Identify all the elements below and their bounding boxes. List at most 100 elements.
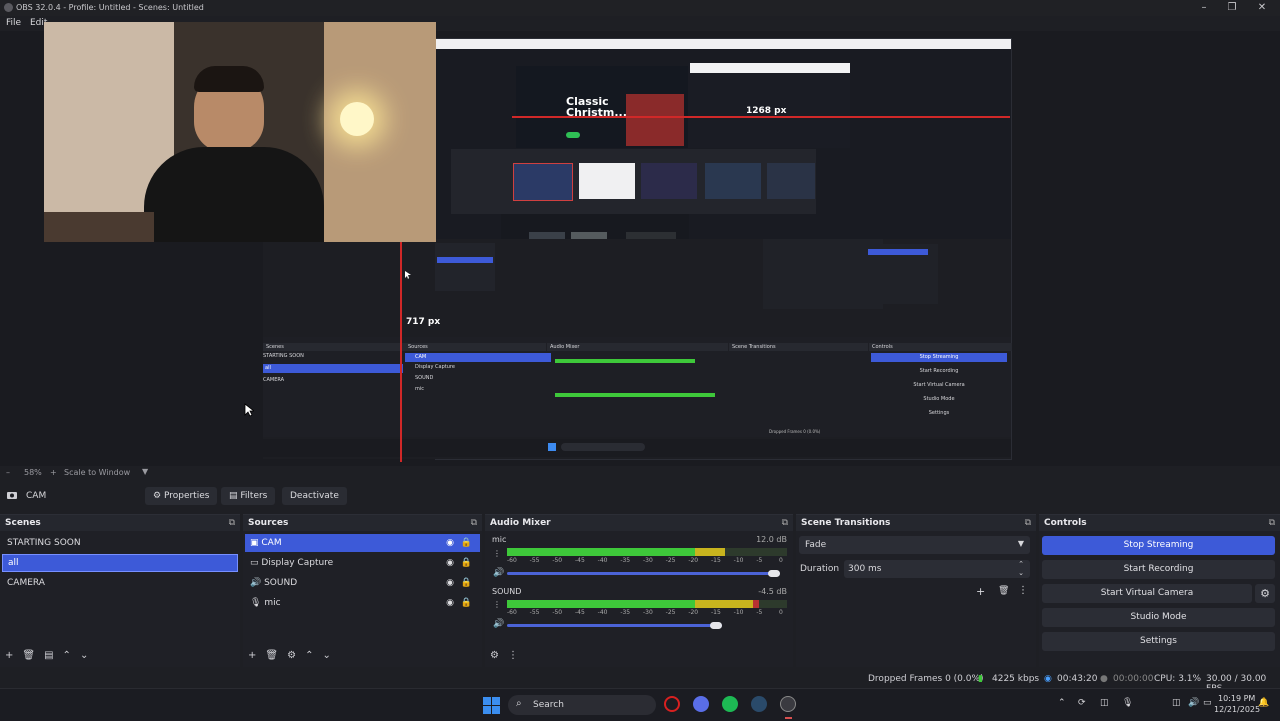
trash-icon[interactable]: 🗑: [22, 650, 35, 661]
lock-icon[interactable]: 🔒: [461, 574, 472, 592]
volume-slider-handle[interactable]: [768, 570, 781, 577]
nested-scene-2: all: [263, 364, 403, 373]
eye-icon[interactable]: ◉: [446, 594, 454, 612]
steam-icon[interactable]: [751, 696, 767, 712]
filters-label: Filters: [240, 491, 268, 501]
speaker-icon[interactable]: 🔊: [493, 568, 504, 578]
webcam-feed[interactable]: [44, 22, 436, 242]
meter-tick-label: -35: [620, 557, 631, 564]
chevron-up-icon[interactable]: ⌃: [1058, 698, 1066, 708]
transitions-title: Scene Transitions: [801, 518, 891, 528]
volume-slider[interactable]: [507, 624, 723, 627]
lock-icon[interactable]: 🔒: [461, 554, 472, 572]
maximize-icon[interactable]: ❐: [1218, 1, 1246, 15]
scene-item-starting-soon[interactable]: STARTING SOON: [2, 534, 238, 552]
eye-icon[interactable]: ◉: [446, 534, 454, 552]
add-icon[interactable]: +: [5, 650, 13, 661]
trash-icon[interactable]: 🗑: [998, 586, 1009, 596]
gear-icon[interactable]: ⚙: [287, 650, 296, 661]
channel-menu-icon[interactable]: ⋮: [493, 549, 501, 558]
speaker-icon[interactable]: 🔊: [493, 619, 504, 629]
notification-icon[interactable]: 🔔: [1258, 698, 1269, 708]
height-guide-line: [400, 242, 402, 462]
undock-icon[interactable]: ⧉: [471, 515, 477, 531]
eye-icon[interactable]: ◉: [446, 554, 454, 572]
captured-thumbnail: [513, 163, 573, 201]
properties-button[interactable]: ⚙ Properties: [145, 487, 218, 505]
captured-play-badge: [566, 132, 580, 138]
gear-icon[interactable]: ⚙: [490, 650, 499, 661]
source-toolbar: CAM ⚙ Properties ▤ Filters Deactivate: [0, 484, 1280, 508]
close-icon[interactable]: ✕: [1248, 1, 1276, 15]
scene-item-camera[interactable]: CAMERA: [2, 574, 238, 592]
undock-icon[interactable]: ⧉: [1269, 515, 1275, 531]
filters-button[interactable]: ▤ Filters: [221, 487, 276, 505]
zoom-dropdown-icon[interactable]: ▼: [142, 467, 148, 476]
undock-icon[interactable]: ⧉: [1025, 515, 1031, 531]
stepper-icon[interactable]: ⌃ ⌄: [1018, 560, 1024, 578]
channel-menu-icon[interactable]: ⋮: [493, 600, 501, 609]
volume-icon[interactable]: 🔊: [1188, 698, 1199, 708]
meter-fill: [507, 548, 695, 556]
opera-icon[interactable]: [664, 696, 680, 712]
window-title: OBS 32.0.4 - Profile: Untitled - Scenes:…: [16, 3, 204, 12]
meter-tick-label: -50: [552, 557, 563, 564]
move-up-icon[interactable]: ⌃: [63, 650, 71, 661]
zoom-out-icon[interactable]: –: [6, 468, 10, 477]
source-item-cam[interactable]: ▣ CAM ◉ 🔒: [245, 534, 480, 552]
taskbar-search[interactable]: ⌕ Search: [508, 695, 656, 715]
zoom-in-icon[interactable]: +: [50, 468, 57, 477]
transition-select[interactable]: Fade ▼: [799, 536, 1030, 554]
meter-tick-label: -15: [711, 557, 721, 564]
eye-icon[interactable]: ◉: [446, 574, 454, 592]
start-recording-button[interactable]: Start Recording: [1042, 560, 1275, 579]
microphone-icon[interactable]: 🎙: [1122, 698, 1133, 708]
volume-slider[interactable]: [507, 572, 781, 575]
lock-icon[interactable]: 🔒: [461, 594, 472, 612]
move-down-icon[interactable]: ⌄: [80, 650, 88, 661]
deactivate-button[interactable]: Deactivate: [282, 487, 347, 505]
network-icon[interactable]: ◫: [1172, 698, 1181, 708]
nested-control-4: Studio Mode: [923, 396, 955, 402]
add-icon[interactable]: +: [976, 585, 985, 598]
obs-taskbar-icon[interactable]: [780, 696, 796, 712]
record-time: 00:00:00: [1113, 674, 1154, 684]
menu-icon[interactable]: ⋮: [508, 650, 518, 661]
scenes-footer: + 🗑 ▤ ⌃ ⌄: [5, 650, 97, 661]
virtual-camera-gear-icon[interactable]: ⚙: [1255, 584, 1275, 603]
trash-icon[interactable]: 🗑: [265, 650, 278, 661]
source-item-sound[interactable]: 🔊 SOUND ◉ 🔒: [245, 574, 480, 592]
source-item-mic[interactable]: 🎙 mic ◉ 🔒: [245, 594, 480, 612]
move-up-icon[interactable]: ⌃: [305, 650, 313, 661]
stop-streaming-button[interactable]: Stop Streaming: [1042, 536, 1275, 555]
studio-mode-button[interactable]: Studio Mode: [1042, 608, 1275, 627]
nested-control-5: Settings: [928, 410, 950, 416]
discord-icon[interactable]: [693, 696, 709, 712]
duration-input[interactable]: 300 ms ⌃ ⌄: [844, 560, 1030, 578]
add-icon[interactable]: +: [248, 650, 256, 661]
filter-icon[interactable]: ▤: [44, 650, 53, 661]
tray-app-icon[interactable]: ◫: [1100, 698, 1109, 708]
taskbar-time: 10:19 PM: [1218, 694, 1256, 703]
undock-icon[interactable]: ⧉: [782, 515, 788, 531]
display-capture-preview: Classic Christm... Scenes STARTING SOON …: [263, 38, 1012, 460]
start-virtual-camera-button[interactable]: Start Virtual Camera: [1042, 584, 1252, 603]
lock-icon[interactable]: 🔒: [461, 534, 472, 552]
menu-icon[interactable]: ⋮: [1018, 585, 1028, 596]
nested-mixer-header: Audio Mixer: [547, 343, 728, 351]
battery-icon[interactable]: ▭: [1203, 698, 1212, 708]
undock-icon[interactable]: ⧉: [229, 515, 235, 531]
zoom-mode[interactable]: Scale to Window: [64, 468, 130, 477]
tray-app-icon[interactable]: ⟳: [1078, 698, 1086, 708]
volume-slider-handle[interactable]: [710, 622, 723, 629]
webcam-lamp: [340, 102, 374, 136]
spotify-icon[interactable]: [722, 696, 738, 712]
windows-start-icon[interactable]: [483, 697, 500, 714]
minimize-icon[interactable]: –: [1190, 1, 1218, 15]
menu-file[interactable]: File: [6, 18, 21, 28]
settings-button[interactable]: Settings: [1042, 632, 1275, 651]
meter-tick-label: -45: [575, 557, 585, 564]
scene-item-all[interactable]: all: [2, 554, 238, 572]
move-down-icon[interactable]: ⌄: [322, 650, 330, 661]
source-item-display-capture[interactable]: ▭ Display Capture ◉ 🔒: [245, 554, 480, 572]
